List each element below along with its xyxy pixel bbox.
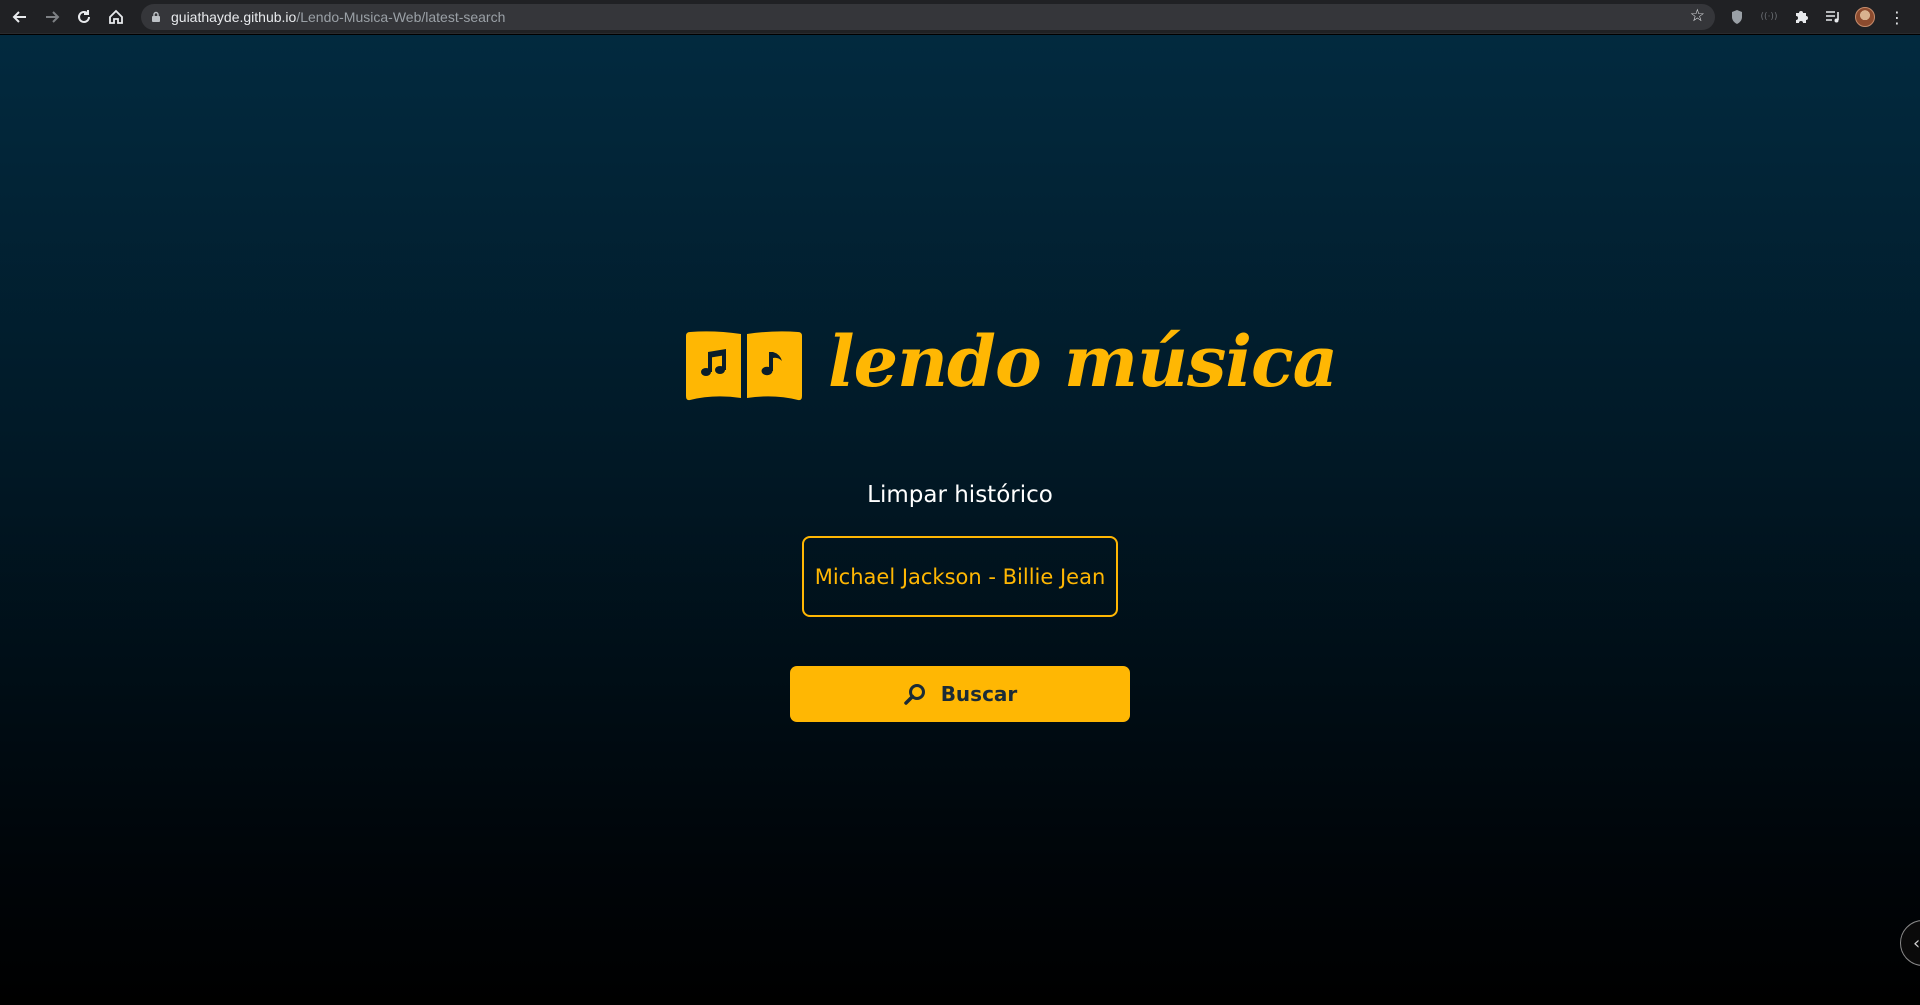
app-logo[interactable]: lendo música bbox=[682, 320, 1338, 403]
url-text[interactable]: guiathayde.github.io/Lendo-Musica-Web/la… bbox=[171, 9, 505, 25]
reload-icon[interactable] bbox=[68, 0, 100, 34]
home-icon[interactable] bbox=[100, 0, 132, 34]
cast-extension-icon[interactable]: ((·)) bbox=[1754, 0, 1784, 34]
kebab-menu-icon[interactable]: ⋮ bbox=[1882, 0, 1912, 34]
address-bar[interactable]: guiathayde.github.io/Lendo-Musica-Web/la… bbox=[141, 4, 1715, 30]
open-book-music-icon bbox=[686, 331, 802, 401]
url-path: /Lendo-Musica-Web/latest-search bbox=[296, 9, 506, 25]
bookmark-star-icon[interactable]: ☆ bbox=[1690, 6, 1705, 26]
app-title: lendo música bbox=[828, 320, 1338, 403]
shield-extension-icon[interactable] bbox=[1722, 0, 1752, 34]
search-button-label: Buscar bbox=[940, 682, 1018, 706]
search-button[interactable]: Buscar bbox=[790, 666, 1130, 722]
page-body: lendo música Limpar histórico Michael Ja… bbox=[0, 35, 1920, 1005]
media-control-icon[interactable] bbox=[1818, 0, 1848, 34]
history-item[interactable]: Michael Jackson - Billie Jean bbox=[802, 536, 1118, 617]
url-host: guiathayde.github.io bbox=[171, 9, 297, 25]
back-arrow-icon[interactable] bbox=[4, 0, 36, 34]
profile-avatar[interactable] bbox=[1850, 0, 1880, 34]
forward-arrow-icon[interactable] bbox=[36, 0, 68, 34]
browser-toolbar: guiathayde.github.io/Lendo-Musica-Web/la… bbox=[0, 0, 1920, 34]
lock-icon[interactable] bbox=[141, 11, 171, 23]
chevron-left-icon[interactable]: ‹ bbox=[1900, 920, 1920, 966]
clear-history-link[interactable]: Limpar histórico bbox=[0, 482, 1920, 508]
puzzle-icon[interactable] bbox=[1786, 0, 1816, 34]
magnifier-icon bbox=[903, 682, 927, 706]
